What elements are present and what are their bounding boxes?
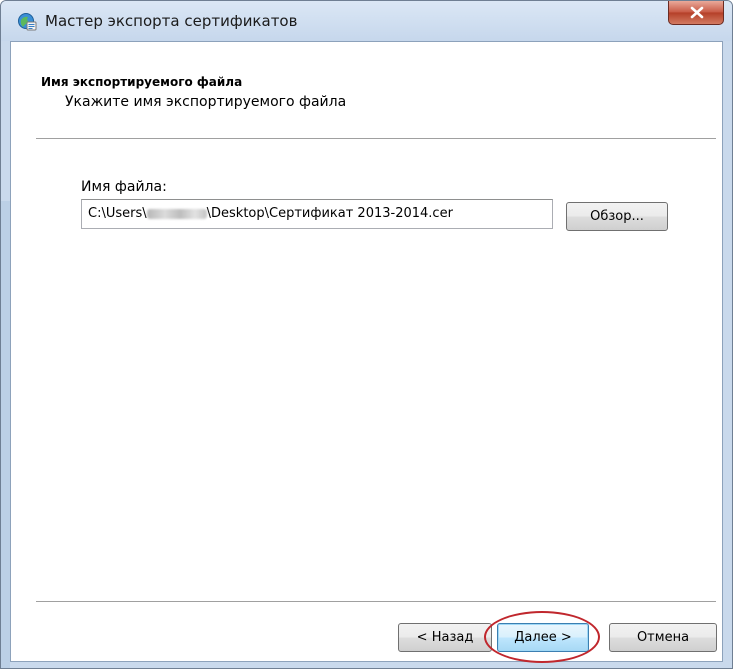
close-icon xyxy=(690,6,704,19)
page-subheading: Укажите имя экспортируемого файла xyxy=(65,94,347,110)
redacted-username xyxy=(146,208,207,219)
file-name-input[interactable]: C:\Users\ \Desktop\Сертификат 2013-2014.c… xyxy=(81,199,553,229)
window-title: Мастер экспорта сертификатов xyxy=(45,12,298,30)
header-separator xyxy=(36,138,716,140)
browse-button[interactable]: Обзор... xyxy=(566,202,668,231)
window-left-edge xyxy=(1,201,10,668)
next-button[interactable]: Далее > xyxy=(497,623,589,652)
page-heading: Имя экспортируемого файла xyxy=(41,75,243,89)
file-path-prefix: C:\Users\ xyxy=(88,206,147,221)
footer-separator xyxy=(36,601,716,603)
file-path-suffix: \Desktop\Сертификат 2013-2014.cer xyxy=(206,206,453,221)
file-name-label: Имя файла: xyxy=(81,179,167,195)
title-bar[interactable]: Мастер экспорта сертификатов xyxy=(1,1,732,41)
certificate-wizard-icon xyxy=(17,12,37,32)
close-button[interactable] xyxy=(668,1,724,25)
window-right-edge xyxy=(723,41,732,668)
wizard-client-area xyxy=(10,41,723,662)
cancel-button[interactable]: Отмена xyxy=(609,623,717,652)
back-button[interactable]: < Назад xyxy=(398,623,492,652)
export-wizard-window: Мастер экспорта сертификатов Имя экспорт… xyxy=(0,0,733,669)
